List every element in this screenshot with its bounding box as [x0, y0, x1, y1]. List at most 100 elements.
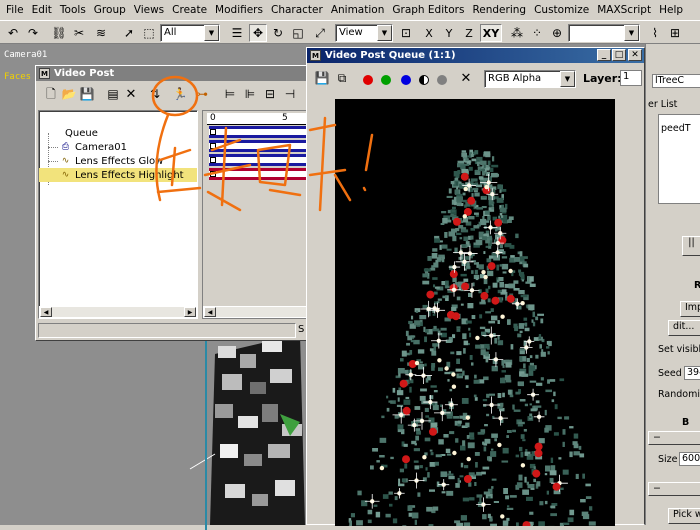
region-select-icon[interactable]: ⬚ — [140, 24, 158, 42]
red-channel-icon[interactable] — [363, 75, 373, 85]
queue-hscrollbar[interactable]: ◀ ▶ — [39, 306, 197, 318]
menu-item-views[interactable]: Views — [130, 4, 168, 16]
scale-icon[interactable]: ◱ — [289, 24, 307, 42]
pin-stack-button[interactable]: || — [682, 236, 700, 256]
maximize-icon[interactable]: □ — [612, 49, 626, 61]
select-by-name-icon[interactable]: ☰ — [228, 24, 246, 42]
move-icon[interactable]: ✥ — [249, 24, 267, 42]
unlink-icon[interactable]: ✂ — [70, 24, 88, 42]
menu-item-animation[interactable]: Animation — [327, 4, 389, 16]
align-icon[interactable]: ⊕ — [548, 24, 566, 42]
range-bar[interactable] — [209, 154, 309, 166]
randomize-button[interactable]: Randomize — [658, 389, 700, 400]
green-channel-icon[interactable] — [381, 75, 391, 85]
axis-y-button[interactable]: Y — [440, 24, 458, 42]
queue-item[interactable]: ∿ Lens Effects Glow — [39, 154, 197, 168]
named-selection-dropdown[interactable]: ▼ — [568, 24, 640, 42]
pivot-center-icon[interactable]: ⊡ — [397, 24, 415, 42]
menu-item-tools[interactable]: Tools — [56, 4, 90, 16]
bind-space-warp-icon[interactable]: ≋ — [92, 24, 110, 42]
schematic-icon[interactable]: ⊞ — [666, 24, 684, 42]
open-sequence-icon[interactable]: 📂 — [60, 85, 78, 103]
abut-selected-icon[interactable]: ⊣ — [281, 85, 299, 103]
save-sequence-icon[interactable]: 💾 — [78, 85, 96, 103]
redo-icon[interactable]: ↷ — [24, 24, 42, 42]
scroll-left-icon[interactable]: ◀ — [40, 307, 52, 317]
close-icon[interactable]: ✕ — [628, 49, 642, 61]
align-left-icon[interactable]: ⊨ — [221, 85, 239, 103]
clone-window-icon[interactable]: ⧉ — [333, 69, 351, 87]
track-hscrollbar[interactable]: ◀ — [203, 306, 307, 318]
select-arrow-icon[interactable]: ➚ — [120, 24, 138, 42]
edit-range-bar-icon[interactable]: ⊶ — [193, 85, 211, 103]
rollout-collapse-button[interactable]: − — [648, 431, 700, 445]
rollout-collapse-button[interactable]: − — [648, 482, 700, 496]
undo-icon[interactable]: ↶ — [4, 24, 22, 42]
range-bar[interactable] — [209, 126, 309, 138]
range-bar-selected[interactable] — [209, 168, 309, 180]
import-button[interactable]: Imp — [680, 301, 700, 317]
axis-z-button[interactable]: Z — [460, 24, 478, 42]
stack-item[interactable]: peedT — [661, 123, 691, 134]
tree-foliage — [499, 189, 501, 193]
pick-button[interactable]: Pick w — [668, 508, 700, 524]
menu-item-maxscript[interactable]: MAXScript — [593, 4, 655, 16]
rollout-header[interactable]: R — [694, 280, 700, 291]
axis-x-button[interactable]: X — [420, 24, 438, 42]
menu-item-character[interactable]: Character — [267, 4, 327, 16]
curve-editor-icon[interactable]: ⌇ — [646, 24, 664, 42]
range-bar[interactable] — [209, 140, 309, 152]
layer-field[interactable]: 1 — [620, 70, 642, 86]
execute-sequence-icon[interactable]: 🏃 — [171, 85, 189, 103]
scroll-right-icon[interactable]: ▶ — [184, 307, 196, 317]
new-sequence-icon[interactable]: 🗋 — [42, 85, 60, 103]
video-post-titlebar[interactable]: M Video Post — [36, 66, 309, 81]
squash-icon[interactable]: ⤢ — [311, 24, 329, 42]
set-visible-label[interactable]: Set visible — [658, 344, 700, 355]
axis-xy-button[interactable]: XY — [480, 24, 502, 42]
rotate-icon[interactable]: ↻ — [269, 24, 287, 42]
menu-item-customize[interactable]: Customize — [530, 4, 593, 16]
object-name-field[interactable]: lTreeC — [652, 74, 700, 88]
size-field[interactable]: 600. — [679, 452, 700, 466]
array-icon[interactable]: ⁘ — [528, 24, 546, 42]
scroll-left-icon[interactable]: ◀ — [204, 307, 216, 317]
queue-item[interactable]: ⎙ Camera01 — [39, 140, 197, 154]
minimize-icon[interactable]: _ — [597, 49, 611, 61]
render-window-titlebar[interactable]: M Video Post Queue (1:1) _ □ ✕ — [307, 48, 644, 63]
edit-button[interactable]: dit... — [668, 320, 700, 336]
menu-item-rendering[interactable]: Rendering — [468, 4, 530, 16]
menu-item-edit[interactable]: Edit — [28, 4, 56, 16]
modifier-list-label[interactable]: er List — [648, 99, 677, 110]
queue-tree[interactable]: Queue ⎙ Camera01 ∿ Lens Effects Glow ∿ L… — [38, 110, 198, 319]
menu-item-graph-editors[interactable]: Graph Editors — [388, 4, 468, 16]
reference-coord-dropdown[interactable]: View ▼ — [335, 24, 393, 42]
track-area[interactable]: 0 5 ◀ — [202, 110, 308, 319]
menu-item-group[interactable]: Group — [90, 4, 130, 16]
selection-filter-dropdown[interactable]: All ▼ — [160, 24, 220, 42]
make-same-size-icon[interactable]: ⊟ — [261, 85, 279, 103]
channel-dropdown[interactable]: RGB Alpha ▼ — [484, 70, 576, 88]
align-right-icon[interactable]: ⊫ — [241, 85, 259, 103]
mono-channel-icon[interactable] — [419, 75, 429, 85]
menu-item-create[interactable]: Create — [168, 4, 211, 16]
rollout-header[interactable]: B — [682, 417, 689, 428]
edit-event-icon[interactable]: ▤ — [104, 85, 122, 103]
menu-item-file[interactable]: File — [2, 4, 28, 16]
queue-item[interactable]: Queue — [39, 126, 197, 140]
seed-field[interactable]: 394 — [684, 366, 700, 380]
mirror-icon[interactable]: ⁂ — [508, 24, 526, 42]
menu-item-modifiers[interactable]: Modifiers — [211, 4, 267, 16]
delete-event-icon[interactable]: ✕ — [122, 85, 140, 103]
select-link-icon[interactable]: ⛓ — [50, 24, 68, 42]
alpha-channel-icon[interactable] — [437, 75, 447, 85]
clear-icon[interactable]: ✕ — [457, 69, 475, 87]
blue-channel-icon[interactable] — [401, 75, 411, 85]
menu-item-help[interactable]: Help — [655, 4, 687, 16]
tree-foliage — [458, 421, 462, 424]
swap-events-icon[interactable]: ⇅ — [146, 85, 164, 103]
viewport-label[interactable]: Camera01 — [4, 50, 47, 60]
queue-item-selected[interactable]: ∿ Lens Effects Highlight — [39, 168, 197, 182]
modifier-stack[interactable]: peedT — [658, 114, 700, 204]
save-bitmap-icon[interactable]: 💾 — [313, 69, 331, 87]
